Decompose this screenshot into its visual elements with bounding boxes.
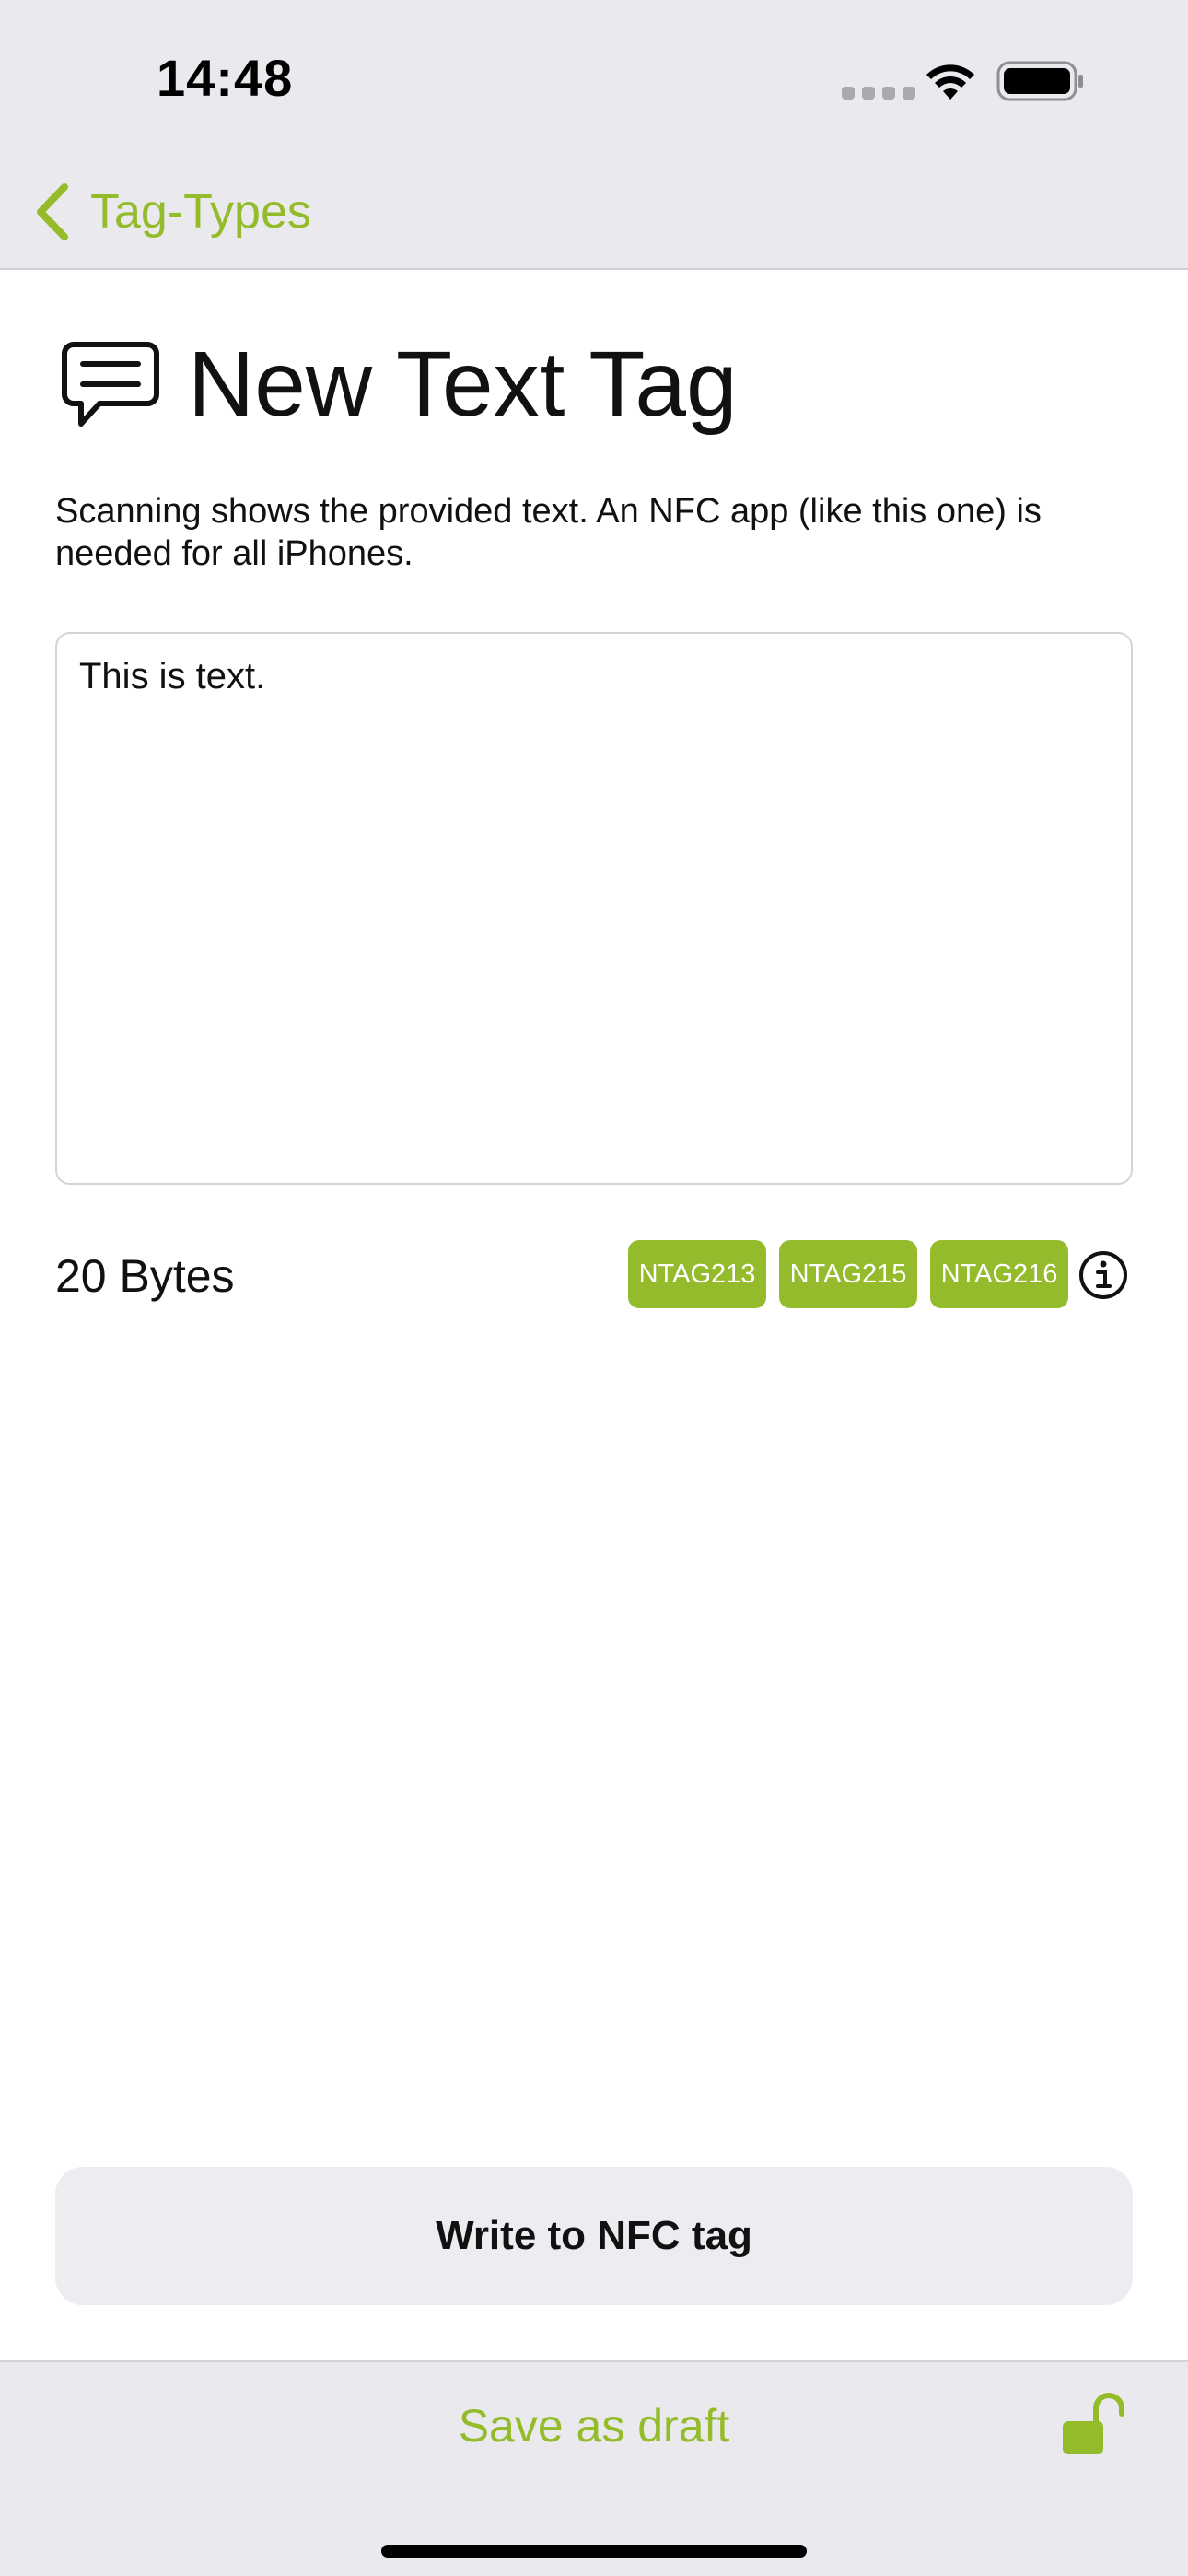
tag-compatibility-chips: NTAG213 NTAG215 NTAG216 (628, 1240, 1068, 1308)
byte-count: 20 Bytes (55, 1250, 235, 1302)
chevron-left-icon (37, 183, 68, 240)
back-label: Tag-Types (90, 185, 311, 239)
page-title: New Text Tag (188, 333, 738, 436)
battery-icon (996, 61, 1083, 101)
chip-ntag213: NTAG213 (628, 1240, 766, 1308)
chip-ntag216: NTAG216 (930, 1240, 1068, 1308)
back-button[interactable]: Tag-Types (33, 175, 311, 249)
bottom-bar: Save as draft (0, 2360, 1188, 2576)
title-row: New Text Tag (61, 332, 738, 438)
text-input-area[interactable]: This is text. (55, 632, 1133, 1185)
cellular-signal-icon (842, 87, 915, 100)
top-bar: 14:48 Tag-Types (0, 0, 1188, 270)
save-draft-button[interactable]: Save as draft (0, 2399, 1188, 2453)
home-indicator (381, 2545, 807, 2558)
chip-ntag215: NTAG215 (779, 1240, 917, 1308)
description-text: Scanning shows the provided text. An NFC… (55, 492, 1042, 573)
info-circle-icon[interactable] (1077, 1249, 1129, 1301)
unlocked-padlock-icon[interactable] (1059, 2390, 1129, 2460)
message-bubble-icon (62, 341, 159, 427)
status-time: 14:48 (157, 49, 294, 107)
write-to-nfc-button[interactable]: Write to NFC tag (55, 2167, 1133, 2305)
wifi-icon (926, 64, 974, 100)
screen: 14:48 Tag-Types New Text Tag Scanning sh… (0, 0, 1188, 2576)
